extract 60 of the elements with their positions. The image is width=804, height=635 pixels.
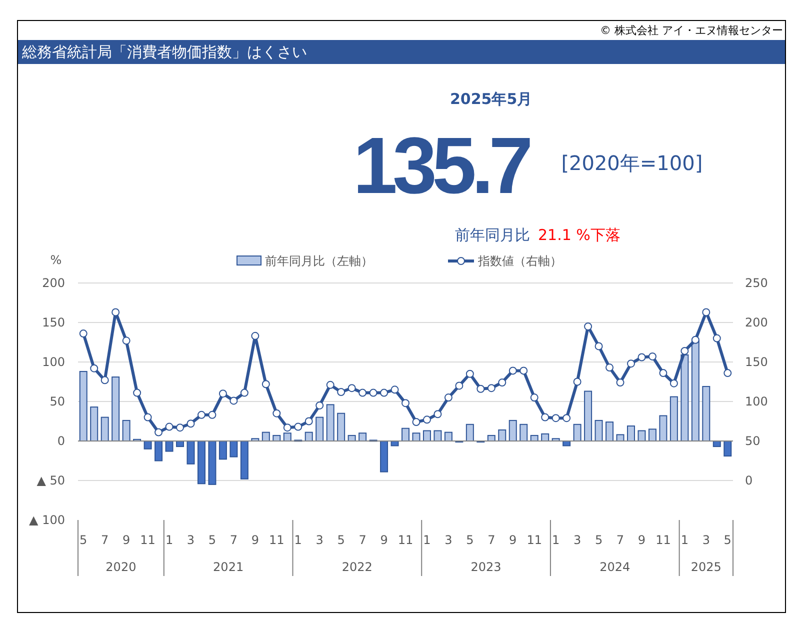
axis-label: 5 [208, 533, 216, 547]
axis-label: ▲ 50 [36, 474, 65, 488]
axis-label: 2022 [342, 560, 372, 574]
axis-label: 1 [423, 533, 431, 547]
axis-label: 1 [680, 533, 688, 547]
axis-label: 2023 [470, 560, 502, 574]
axis-label: 9 [122, 533, 130, 547]
axis-label: 200 [42, 276, 65, 290]
axis-label: 2024 [600, 560, 630, 574]
axis-label: 50 [745, 434, 760, 448]
change-label: 前年同月比 [455, 225, 530, 245]
legend-label: 前年同月比（左軸） [265, 254, 373, 268]
axis-label: ▲ 100 [29, 513, 65, 527]
axis-label: 5 [80, 533, 88, 547]
axis-label: 250 [745, 276, 768, 290]
axis-label: 3 [573, 533, 582, 547]
axis-label: 1 [552, 533, 560, 547]
axis-label: 11 [526, 533, 542, 547]
axis-label: 2025 [690, 560, 722, 574]
axis-label: 50 [50, 394, 65, 408]
axis-label: 2021 [213, 560, 244, 574]
change-value: 21.1 %下落 [538, 225, 620, 245]
axis-label: 11 [269, 533, 284, 547]
axis-label: 1 [165, 533, 174, 547]
axis-label: 5 [466, 533, 474, 547]
axis-label: 9 [509, 533, 517, 547]
axis-label: 11 [140, 533, 156, 547]
axis-label: 11 [398, 533, 414, 547]
legend-label: 指数値（右軸） [478, 254, 562, 268]
base-label: [2020年=100] [561, 150, 703, 176]
axis-label: 100 [745, 394, 768, 408]
axis-label: 7 [488, 533, 496, 547]
axis-label: 150 [745, 355, 768, 369]
axis-label: 11 [656, 533, 671, 547]
copyright-text: © 株式会社 アイ・エヌ情報センター [600, 23, 784, 39]
axis-label: 1 [294, 533, 302, 547]
axis-label: 3 [702, 533, 710, 547]
axis-label: 9 [251, 533, 259, 547]
axis-label: 3 [444, 533, 452, 547]
axis-label: 5 [594, 533, 603, 547]
axis-label: 7 [101, 533, 109, 547]
axis-label: 9 [638, 533, 646, 547]
axis-label: 3 [186, 533, 195, 547]
axis-label: 0 [57, 434, 65, 448]
axis-label: 2020 [106, 560, 136, 574]
axis-label: 100 [42, 355, 65, 369]
axis-label: 7 [616, 533, 624, 547]
axis-title: % [50, 253, 62, 267]
axis-label: 9 [380, 533, 388, 547]
axis-label: 200 [745, 316, 768, 330]
axis-label: 150 [42, 316, 65, 330]
axis-label: 0 [745, 474, 753, 488]
axis-label: 3 [316, 533, 324, 547]
axis-label: 5 [724, 533, 732, 547]
axis-label: 7 [230, 533, 238, 547]
index-value: 135.7 [353, 120, 530, 212]
title-bar: 総務省統計局「消費者物価指数」はくさい [18, 40, 785, 64]
period-label: 2025年5月 [450, 89, 534, 109]
axis-label: 7 [358, 533, 366, 547]
axis-label: 5 [337, 533, 345, 547]
